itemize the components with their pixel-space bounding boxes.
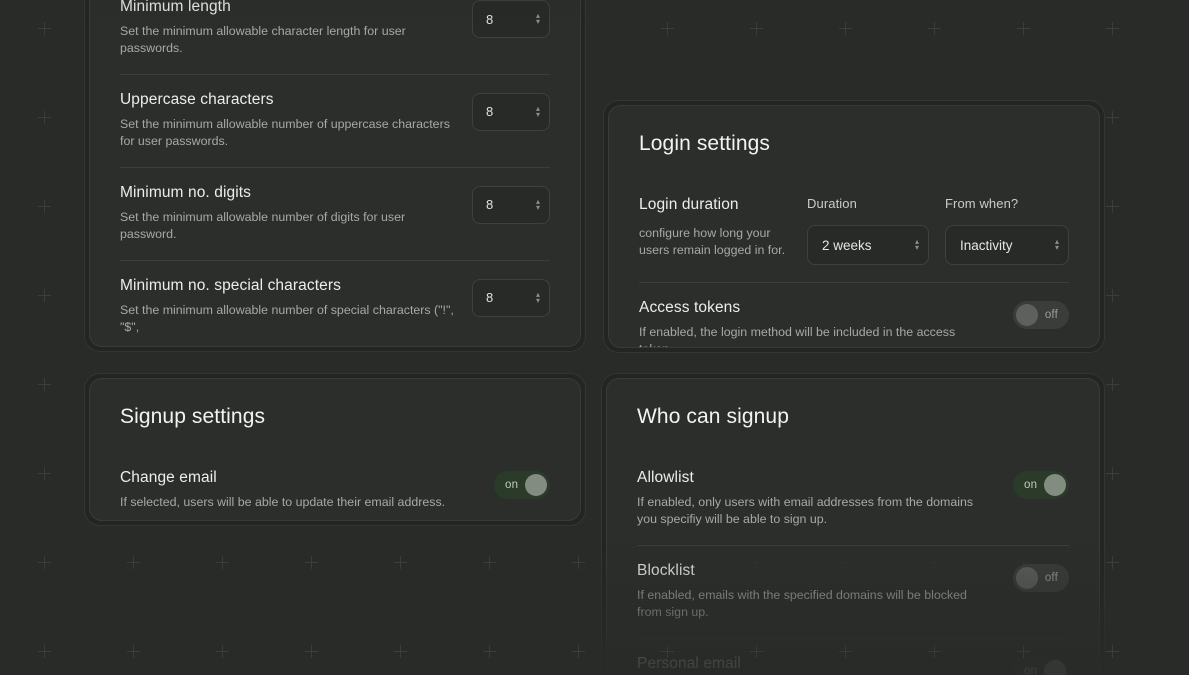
minimum-length-value: 8 [486,11,494,27]
toggle-state-label: on [1024,479,1038,491]
stepper-chevrons-icon[interactable]: ▴ ▾ [536,290,540,304]
chevron-down-icon[interactable]: ▾ [1055,244,1059,252]
duration-select[interactable]: 2 weeks ▴ ▾ [807,225,929,265]
allowlist-toggle[interactable]: on [1013,471,1069,499]
chevron-down-icon[interactable]: ▾ [536,203,540,211]
card-signup-settings: Signup settings Change email If selected… [84,373,586,526]
toggle-knob [1016,566,1038,589]
setting-title: Minimum no. digits [120,183,252,201]
duration-label: Duration [807,196,857,211]
setting-row-allowlist: Allowlist If enabled, only users with em… [637,453,1069,545]
setting-title: Personal email [637,654,741,672]
chevron-down-icon[interactable]: ▾ [536,110,540,118]
toggle-state-label: on [1024,664,1038,675]
toggle-knob [1044,474,1066,496]
access-tokens-toggle[interactable]: off [1013,301,1069,329]
minimum-length-stepper[interactable]: 8 ▴ ▾ [472,0,550,38]
setting-description: If selected, users will be able to updat… [120,495,446,509]
setting-row-access-tokens: Access tokens If enabled, the login meth… [639,282,1069,347]
change-email-toggle[interactable]: on [494,471,550,499]
stepper-chevrons-icon[interactable]: ▴ ▾ [536,12,540,26]
setting-row-minimum-no-digits: Minimum no. digits Set the minimum allow… [120,166,550,260]
from-when-label: From when? [945,196,1019,211]
stepper-chevrons-icon[interactable]: ▴ ▾ [536,197,540,211]
setting-description: If enabled, the login method will be inc… [639,325,956,347]
chevron-down-icon[interactable]: ▾ [536,296,540,304]
card-who-can-signup: Who can signup Allowlist If enabled, onl… [601,373,1105,675]
from-when-selected-value: Inactivity [960,237,1013,253]
card-password-login-settings: Password login settings Minimum length S… [84,0,586,352]
setting-row-change-email: Change email If selected, users will be … [120,453,550,520]
personal-email-toggle[interactable]: on [1013,656,1069,675]
setting-title: Minimum no. special characters [120,276,341,294]
setting-description: Set the minimum allowable number of spec… [120,302,454,334]
minimum-special-characters-stepper[interactable]: 8 ▴ ▾ [472,278,550,317]
select-chevrons-icon[interactable]: ▴ ▾ [1055,238,1059,252]
setting-row-uppercase-characters: Uppercase characters Set the minimum all… [120,73,550,167]
setting-description: Set the minimum allowable character leng… [120,24,406,55]
setting-description: configure how long your users remain log… [639,226,786,257]
select-chevrons-icon[interactable]: ▴ ▾ [915,238,919,252]
setting-title: Minimum length [120,0,231,15]
page-title-who-can-signup: Who can signup [637,405,789,428]
stepper-chevrons-icon[interactable]: ▴ ▾ [536,104,540,118]
minimum-digits-stepper[interactable]: 8 ▴ ▾ [472,185,550,224]
setting-row-minimum-no-special-characters: Minimum no. special characters Set the m… [120,259,550,346]
toggle-state-label: on [505,479,519,491]
chevron-down-icon[interactable]: ▾ [536,18,540,26]
setting-title: Uppercase characters [120,90,274,108]
uppercase-characters-stepper[interactable]: 8 ▴ ▾ [472,92,550,131]
blocklist-toggle[interactable]: off [1013,563,1069,592]
toggle-knob [1016,304,1038,326]
setting-description: Set the minimum allowable number of digi… [120,209,406,241]
minimum-digits-value: 8 [486,197,494,213]
toggle-state-label: off [1044,309,1058,321]
chevron-down-icon[interactable]: ▾ [915,244,919,252]
toggle-knob [525,474,547,496]
uppercase-characters-value: 8 [486,104,494,120]
page-title-signup-settings: Signup settings [120,405,266,428]
setting-title: Blocklist [637,561,695,579]
setting-title: Login duration [639,196,739,213]
toggle-knob [1044,659,1066,675]
setting-description: If enabled, only users with email addres… [637,495,974,526]
from-when-select[interactable]: Inactivity ▴ ▾ [945,225,1069,265]
duration-field-group: Duration 2 weeks ▴ ▾ [807,196,929,265]
setting-row-blocklist: Blocklist If enabled, emails with the sp… [637,544,1069,638]
setting-row-login-duration: Login duration configure how long your u… [639,180,1069,282]
card-login-settings: Login settings Login duration configure … [603,100,1105,353]
setting-description: Set the minimum allowable number of uppe… [120,116,450,148]
page-title-login-settings: Login settings [639,132,770,155]
setting-title: Access tokens [639,299,741,316]
setting-title: Allowlist [637,469,694,486]
setting-description: If enabled, emails with the specified do… [637,587,967,619]
toggle-state-label: off [1044,571,1058,584]
settings-page: Password login settings Minimum length S… [0,0,1189,675]
from-when-field-group: From when? Inactivity ▴ ▾ [945,196,1069,265]
duration-selected-value: 2 weeks [822,237,872,253]
minimum-special-characters-value: 8 [486,290,494,306]
setting-title: Change email [120,469,217,486]
setting-row-personal-email: Personal email If selected, your users w… [637,637,1069,675]
setting-row-minimum-length: Minimum length Set the minimum allowable… [120,0,550,74]
